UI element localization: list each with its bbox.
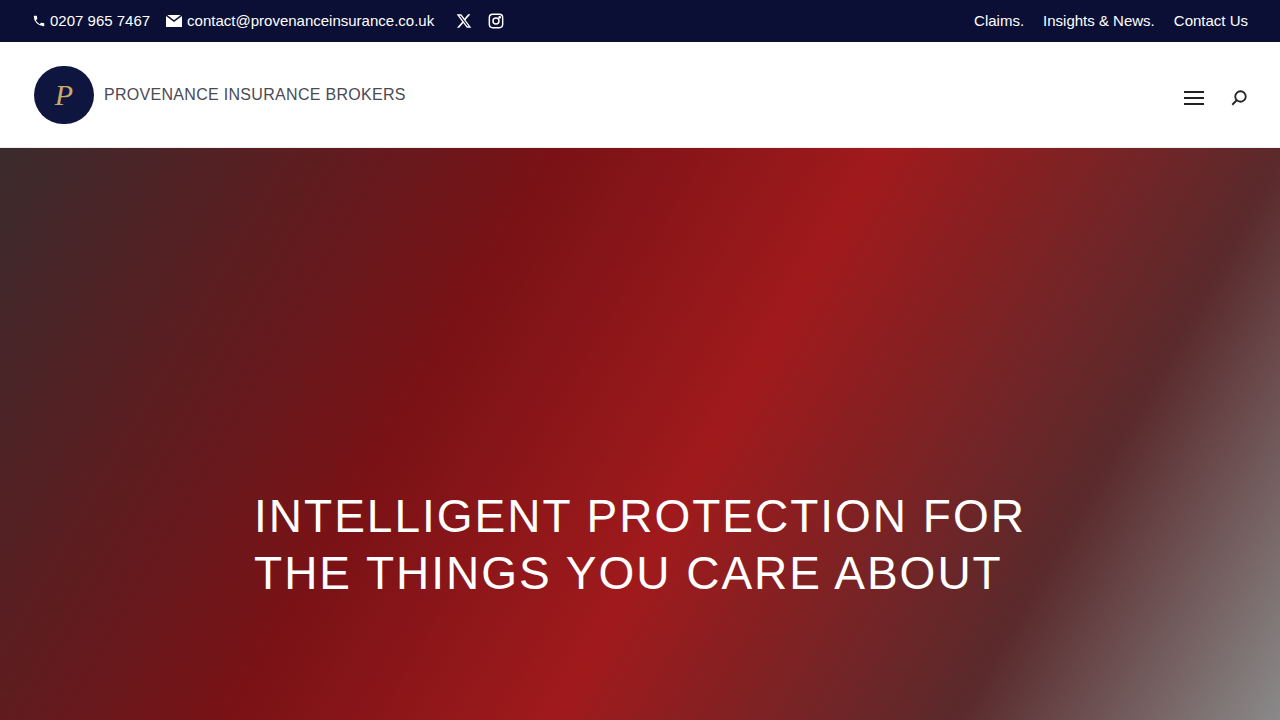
brand-name: PROVENANCE INSURANCE BROKERS [104,83,406,107]
logo[interactable]: P PROVENANCE INSURANCE BROKERS [34,66,406,124]
top-bar: 0207 965 7467 contact@provenanceinsuranc… [0,0,1280,42]
top-nav-link[interactable]: Claims. [974,10,1024,33]
logo-mark: P [55,72,73,117]
envelope-icon [166,15,182,27]
phone-number: 0207 965 7467 [50,10,150,33]
headline-line: INTELLIGENT PROTECTION FOR [254,488,1026,545]
top-nav-link[interactable]: Insights & News. [1043,10,1155,33]
hero: INTELLIGENT PROTECTION FORTHE THINGS YOU… [0,148,1280,720]
top-nav-link[interactable]: Contact Us [1174,10,1248,33]
logo-badge: P [34,66,94,124]
email-address: contact@provenanceinsurance.co.uk [187,10,434,33]
instagram-icon [488,13,504,29]
headline-line: THE THINGS YOU CARE ABOUT [254,545,1026,602]
phone-icon [32,14,46,28]
instagram-link[interactable] [488,13,504,29]
x-logo-icon [456,13,472,29]
search-icon[interactable] [1230,89,1248,107]
phone-link[interactable]: 0207 965 7467 [32,10,150,33]
site-header: P PROVENANCE INSURANCE BROKERS [0,42,1280,148]
email-link[interactable]: contact@provenanceinsurance.co.uk [166,10,434,33]
x-link[interactable] [456,13,472,29]
hero-headline: INTELLIGENT PROTECTION FORTHE THINGS YOU… [254,488,1026,602]
menu-icon[interactable] [1184,91,1204,105]
